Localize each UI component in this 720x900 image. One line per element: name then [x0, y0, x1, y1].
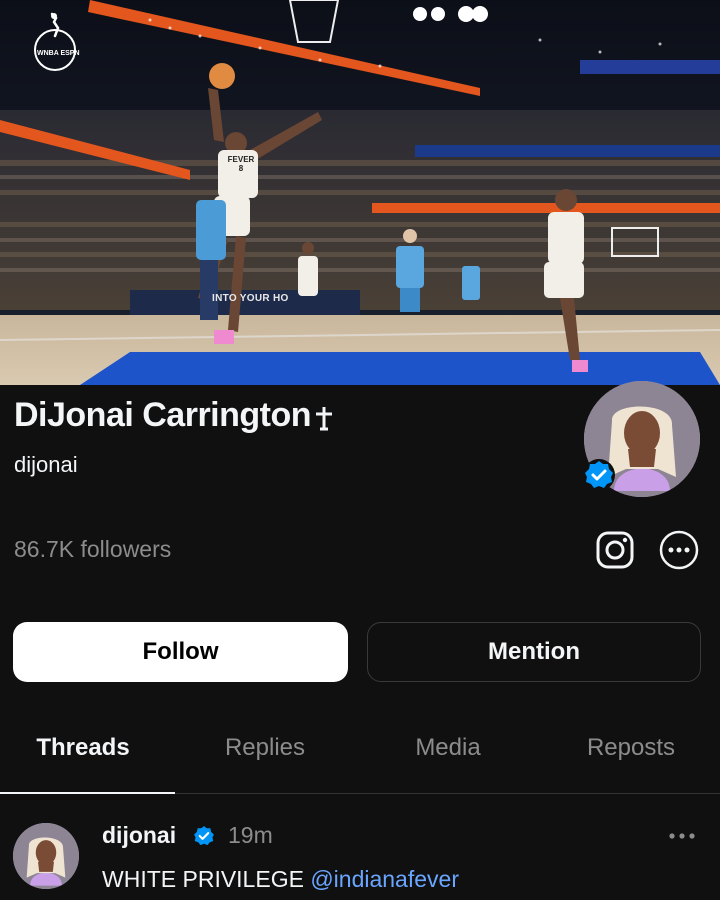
profile-handle: dijonai — [14, 452, 78, 477]
display-name: DiJonai Carrington — [14, 396, 312, 434]
post-text: WHITE PRIVILEGE — [102, 866, 304, 892]
post-mention-link[interactable]: @indianafever — [310, 866, 459, 892]
post-body: WHITE PRIVILEGE @indianafever — [102, 866, 459, 893]
logo-text: WNBA ESPN — [37, 50, 80, 57]
active-tab-indicator — [0, 792, 175, 794]
profile-banner[interactable]: WNBA ESPN FEVER 8 INTO YOUR HO — [0, 0, 720, 385]
player-jersey: FEVER 8 — [226, 155, 256, 173]
courtside-board-text: INTO YOUR HO — [212, 293, 289, 304]
tab-threads[interactable]: Threads — [0, 734, 173, 762]
jersey-number: 8 — [238, 164, 244, 173]
cross-icon — [316, 406, 333, 430]
verified-badge-icon — [583, 459, 615, 491]
post-author-name[interactable]: dijonai — [102, 822, 176, 849]
wnba-espn-logo: WNBA ESPN — [30, 8, 80, 80]
profile-name-row: DiJonai Carrington — [14, 396, 335, 435]
post-timestamp: 19m — [228, 822, 273, 848]
post-more-icon[interactable] — [664, 826, 700, 846]
post-author-avatar[interactable] — [13, 823, 79, 889]
jersey-team: FEVER — [227, 155, 255, 164]
tab-replies[interactable]: Replies — [175, 734, 355, 762]
mention-button[interactable]: Mention — [367, 622, 701, 682]
followers-count[interactable]: 86.7K followers — [14, 536, 171, 563]
follow-button[interactable]: Follow — [13, 622, 348, 682]
verified-badge-icon — [194, 826, 214, 846]
tab-media[interactable]: Media — [358, 734, 538, 762]
tab-reposts[interactable]: Reposts — [541, 734, 720, 762]
instagram-icon[interactable] — [595, 530, 635, 570]
more-options-icon[interactable] — [659, 530, 699, 570]
